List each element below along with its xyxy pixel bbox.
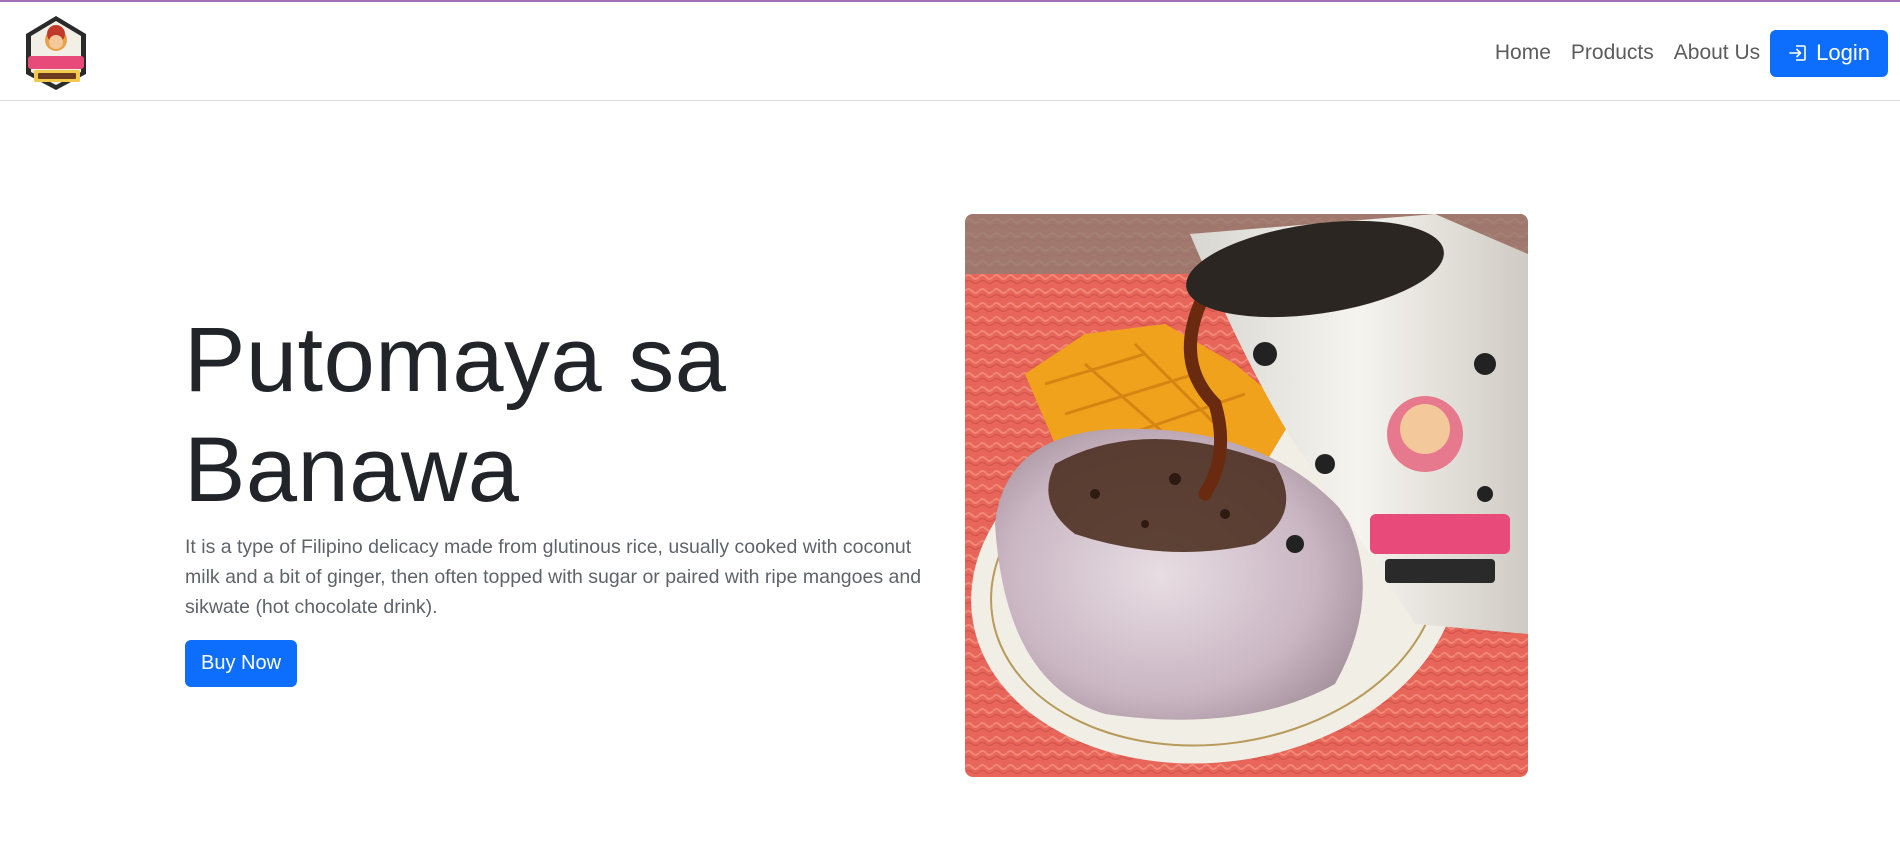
sign-in-icon bbox=[1789, 45, 1806, 61]
hero-description: It is a type of Filipino delicacy made f… bbox=[185, 536, 922, 618]
nav-links: Home Products About Us Login bbox=[1485, 28, 1888, 78]
hero-title: Putomaya sa Banawa bbox=[184, 309, 727, 521]
navbar: Home Products About Us Login bbox=[0, 2, 1900, 101]
buy-now-button[interactable]: Buy Now bbox=[185, 640, 298, 687]
hero-image bbox=[965, 214, 1528, 777]
login-label: Login bbox=[1816, 40, 1870, 65]
brand-logo[interactable] bbox=[20, 12, 92, 92]
nav-products[interactable]: Products bbox=[1561, 28, 1664, 78]
login-button[interactable]: Login bbox=[1770, 29, 1888, 77]
nav-home[interactable]: Home bbox=[1485, 28, 1561, 78]
nav-about-us[interactable]: About Us bbox=[1664, 28, 1770, 78]
